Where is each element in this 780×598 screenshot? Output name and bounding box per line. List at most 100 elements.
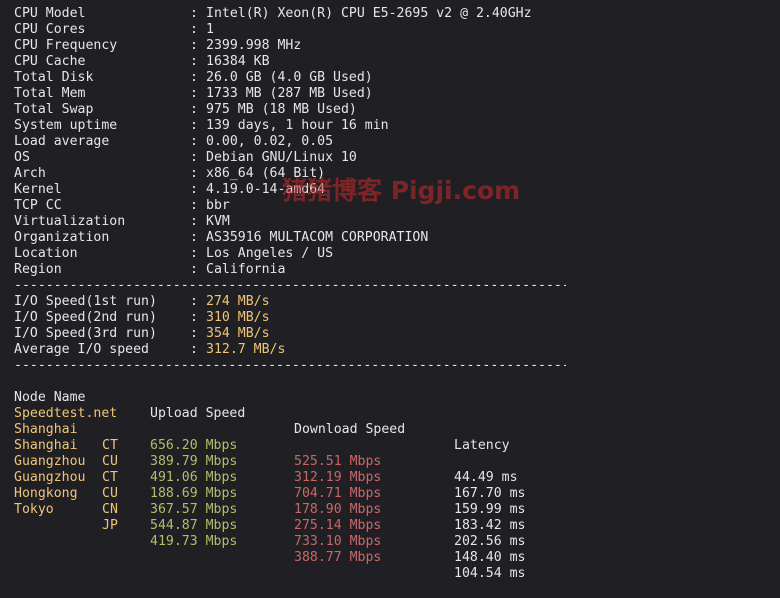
section-separator: ----------------------------------------… [14,278,566,293]
download-speed: 388.77 Mbps [294,550,382,565]
info-colon: : [190,166,198,181]
info-row-total-mem: Total Mem:1733 MB (287 MB Used) [14,86,574,102]
io-row-3rd-run: I/O Speed(3rd run):354 MB/s [14,326,574,342]
system-info-section: CPU Model: Intel(R) Xeon(R) CPU E5-2695 v… [14,6,574,278]
info-colon: : [190,38,198,53]
info-value: AS35916 MULTACOM CORPORATION [206,230,429,245]
info-label: TCP CC [14,198,62,213]
info-row-cpu-frequency: CPU Frequency:2399.998 MHz [14,38,574,54]
info-label: Kernel [14,182,62,197]
info-colon: : [190,230,198,245]
info-value: California [206,262,286,277]
info-value: 975 MB (18 MB Used) [206,102,357,117]
table-row: Shanghai CT 389.79 Mbps 312.19 Mbps 167.… [14,406,574,501]
io-value: 310 MB/s [206,310,270,325]
info-colon: : [190,6,198,21]
info-label: OS [14,150,30,165]
info-label: Location [14,246,78,261]
info-row-total-disk: Total Disk:26.0 GB (4.0 GB Used) [14,70,574,86]
terminal-output: CPU Model: Intel(R) Xeon(R) CPU E5-2695 v… [14,6,574,581]
info-label: Total Mem [14,86,86,101]
latency: 104.54 ms [454,566,526,581]
node-code: JP [102,518,118,533]
info-row-organization: Organization: AS35916 MULTACOM CORPORATIO… [14,230,574,246]
info-colon: : [190,118,198,133]
io-colon: : [190,326,198,341]
info-value: Intel(R) Xeon(R) CPU E5-2695 v2 @ 2.40GH… [206,6,532,21]
info-row-total-swap: Total Swap:975 MB (18 MB Used) [14,102,574,118]
info-label: Arch [14,166,46,181]
info-label: CPU Cores [14,22,86,37]
io-label: I/O Speed(1st run) [14,294,157,309]
download-speed: 733.10 Mbps [294,534,382,549]
io-colon: : [190,294,198,309]
table-row: Guangzhou CU 367.57 Mbps 275.14 Mbps 202… [14,454,574,549]
table-row: Hongkong CN 544.87 Mbps 733.10 Mbps 148.… [14,470,574,565]
latency: 202.56 ms [454,534,526,549]
info-label: CPU Cache [14,54,86,69]
download-speed: 178.90 Mbps [294,502,382,517]
info-row-kernel: Kernel:4.19.0-14-amd64 [14,182,574,198]
info-value: KVM [206,214,230,229]
info-value: Debian GNU/Linux 10 [206,150,357,165]
io-value: 274 MB/s [206,294,270,309]
info-colon: : [190,214,198,229]
info-value: Los Angeles / US [206,246,334,261]
info-row-cpu-cache: CPU Cache:16384 KB [14,54,574,70]
info-label: Total Disk [14,70,94,85]
info-row-arch: Arch: x86_64 (64 Bit) [14,166,574,182]
info-row-system-uptime: System uptime:139 days, 1 hour 16 min [14,118,574,134]
table-row: Guangzhou CT 188.69 Mbps 178.90 Mbps 183… [14,438,574,533]
speed-table-header: Node Name Upload Speed Download Speed La… [14,374,574,453]
info-row-tcp-cc: TCP CC: bbr [14,198,574,214]
table-row: Tokyo JP 419.73 Mbps 388.77 Mbps 104.54 … [14,486,574,581]
latency: 159.99 ms [454,502,526,517]
info-row-region: Region: California [14,262,574,278]
info-colon: : [190,246,198,261]
info-colon: : [190,134,198,149]
info-value: 16384 KB [206,54,270,69]
info-colon: : [190,70,198,85]
table-row: Speedtest.net 656.20 Mbps 525.51 Mbps 44… [14,390,574,485]
io-speed-section: I/O Speed(1st run):274 MB/s I/O Speed(2n… [14,294,574,358]
info-row-load-average: Load average:0.00, 0.02, 0.05 [14,134,574,150]
info-colon: : [190,22,198,37]
info-value: 4.19.0-14-amd64 [206,182,326,197]
upload-speed: 419.73 Mbps [150,534,238,549]
info-row-os: OS: Debian GNU/Linux 10 [14,150,574,166]
info-value: 2399.998 MHz [206,38,302,53]
info-label: Organization [14,230,110,245]
io-value: 354 MB/s [206,326,270,341]
upload-speed: 367.57 Mbps [150,502,238,517]
info-label: Region [14,262,62,277]
info-colon: : [190,54,198,69]
info-row-cpu-model: CPU Model: Intel(R) Xeon(R) CPU E5-2695 v… [14,6,574,22]
info-label: System uptime [14,118,118,133]
info-colon: : [190,262,198,277]
info-colon: : [190,102,198,117]
info-colon: : [190,182,198,197]
io-label: I/O Speed(3rd run) [14,326,157,341]
io-colon: : [190,342,198,357]
latency: 183.42 ms [454,518,526,533]
io-label: Average I/O speed [14,342,149,357]
info-value: 1733 MB (287 MB Used) [206,86,373,101]
info-label: Load average [14,134,110,149]
info-colon: : [190,150,198,165]
info-label: CPU Frequency [14,38,118,53]
info-value: bbr [206,198,230,213]
info-value: 1 [206,22,214,37]
info-label: CPU Model [14,6,86,21]
section-separator: ----------------------------------------… [14,358,566,373]
info-value: 26.0 GB (4.0 GB Used) [206,70,373,85]
info-value: 0.00, 0.02, 0.05 [206,134,334,149]
io-row-2nd-run: I/O Speed(2nd run):310 MB/s [14,310,574,326]
info-colon: : [190,86,198,101]
download-speed: 275.14 Mbps [294,518,382,533]
info-value: x86_64 (64 Bit) [206,166,326,181]
info-colon: : [190,198,198,213]
speed-table: Node Name Upload Speed Download Speed La… [14,374,574,581]
io-label: I/O Speed(2nd run) [14,310,157,325]
upload-speed: 544.87 Mbps [150,518,238,533]
info-row-cpu-cores: CPU Cores:1 [14,22,574,38]
